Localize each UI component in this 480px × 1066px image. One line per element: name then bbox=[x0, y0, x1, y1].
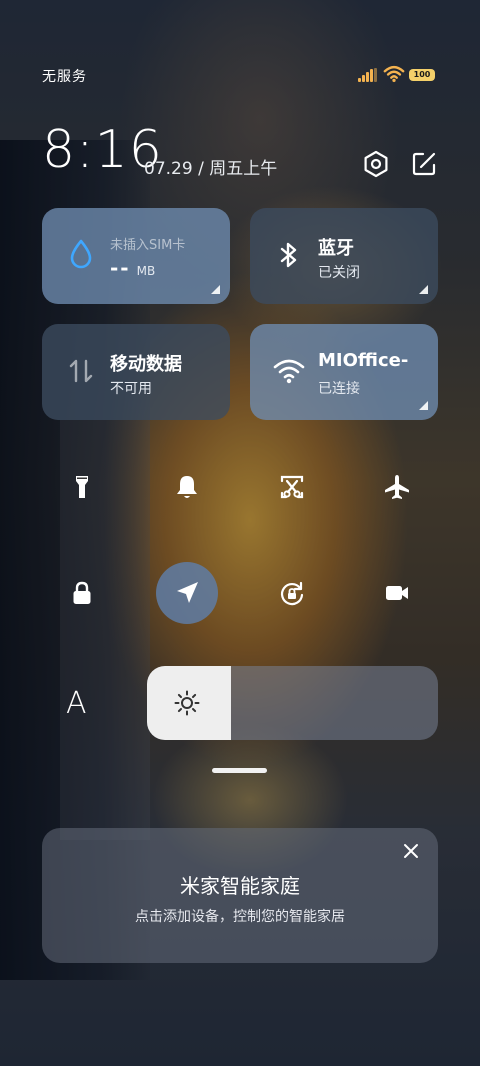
airplane-toggle[interactable] bbox=[366, 456, 428, 518]
card-title: 米家智能家庭 bbox=[180, 874, 300, 898]
mobile-data-status: 不可用 bbox=[110, 381, 152, 397]
sim-status-label: 未插入SIM卡 bbox=[110, 238, 186, 253]
card-subtitle: 点击添加设备，控制您的智能家居 bbox=[135, 909, 345, 925]
wifi-status: 已连接 bbox=[318, 381, 360, 397]
scissors-screenshot-icon bbox=[280, 475, 304, 499]
water-drop-icon bbox=[70, 239, 92, 269]
signal-icon bbox=[358, 68, 378, 82]
brightness-slider[interactable] bbox=[147, 666, 438, 740]
bell-toggle[interactable] bbox=[156, 456, 218, 518]
rotation-lock-icon bbox=[280, 581, 304, 606]
wifi-tile[interactable]: MIOffice- 已连接 bbox=[250, 324, 438, 420]
close-icon[interactable] bbox=[400, 840, 422, 862]
font-size-button[interactable]: A bbox=[66, 686, 87, 721]
data-usage-value: -- bbox=[110, 256, 131, 280]
expand-corner-icon bbox=[419, 401, 428, 410]
bluetooth-icon bbox=[280, 242, 297, 268]
flashlight-icon bbox=[76, 476, 88, 498]
expand-corner-icon bbox=[211, 285, 220, 294]
hexagon-gear-icon[interactable] bbox=[362, 150, 390, 178]
airplane-icon bbox=[385, 475, 409, 499]
edit-icon[interactable] bbox=[410, 150, 438, 178]
location-toggle[interactable] bbox=[156, 562, 218, 624]
panel-drag-handle[interactable] bbox=[212, 768, 267, 773]
mobile-data-title: 移动数据 bbox=[110, 354, 182, 375]
wifi-network-name: MIOffice- bbox=[318, 350, 409, 371]
expand-corner-icon bbox=[419, 285, 428, 294]
sim-data-tile[interactable]: 未插入SIM卡 -- MB bbox=[42, 208, 230, 304]
bluetooth-status: 已关闭 bbox=[318, 265, 360, 281]
lock-toggle[interactable] bbox=[51, 562, 113, 624]
data-usage-unit: MB bbox=[136, 264, 156, 278]
video-camera-icon bbox=[386, 586, 408, 600]
wifi-icon bbox=[273, 359, 305, 384]
rotation-lock-toggle[interactable] bbox=[261, 562, 323, 624]
carrier-label: 无服务 bbox=[42, 69, 87, 85]
mobile-data-tile[interactable]: 移动数据 不可用 bbox=[42, 324, 230, 420]
clock-date: 07.29 / 周五上午 bbox=[144, 159, 278, 179]
bluetooth-title: 蓝牙 bbox=[318, 238, 354, 259]
flashlight-toggle[interactable] bbox=[51, 456, 113, 518]
video-toggle[interactable] bbox=[366, 562, 428, 624]
sun-icon bbox=[174, 690, 200, 716]
wifi-status-icon bbox=[383, 65, 405, 83]
data-arrows-icon bbox=[69, 359, 93, 383]
location-arrow-icon bbox=[177, 582, 198, 603]
battery-indicator: 100 bbox=[409, 69, 435, 81]
screenshot-toggle[interactable] bbox=[261, 456, 323, 518]
bluetooth-tile[interactable]: 蓝牙 已关闭 bbox=[250, 208, 438, 304]
bell-icon bbox=[177, 476, 197, 498]
smart-home-card[interactable]: 米家智能家庭 点击添加设备，控制您的智能家居 bbox=[42, 828, 438, 963]
lock-icon bbox=[73, 581, 91, 604]
